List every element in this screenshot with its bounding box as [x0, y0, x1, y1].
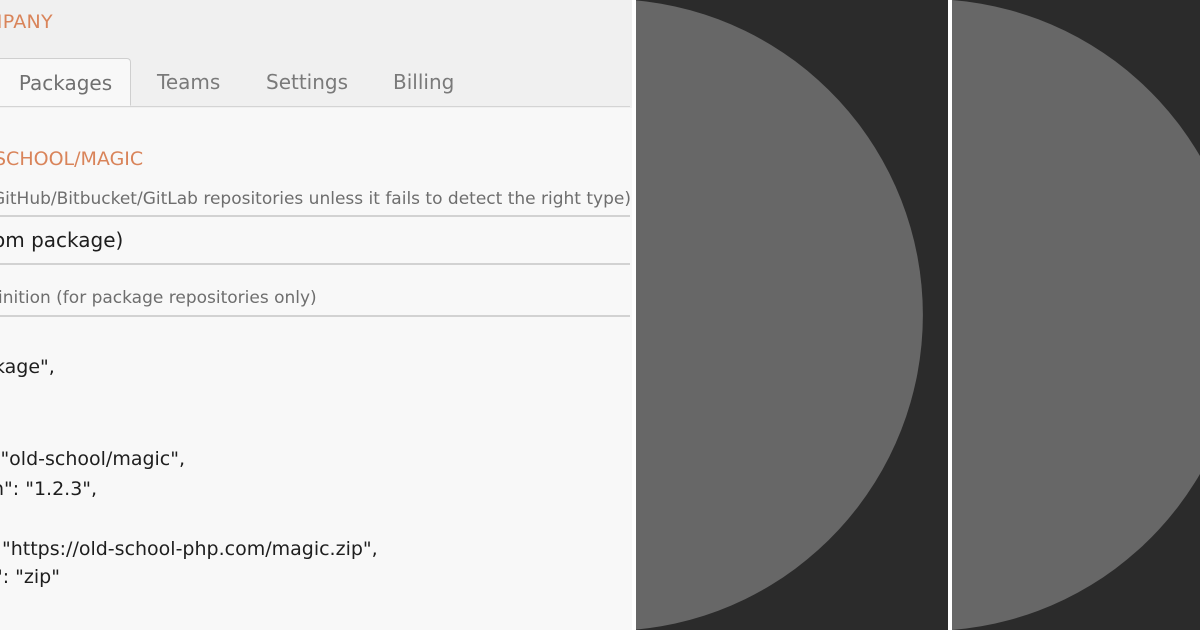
code-line: n": "1.2.3",	[0, 478, 98, 500]
field-divider	[0, 215, 630, 217]
tab-settings[interactable]: Settings	[266, 58, 348, 106]
panel-divider	[948, 0, 952, 630]
page: MPANY Packages Teams Settings Billing SC…	[0, 0, 1200, 630]
repository-type-select[interactable]: om package)	[0, 228, 123, 252]
company-header: MPANY Packages Teams Settings Billing	[0, 0, 632, 108]
half-circle-right	[952, 0, 1200, 630]
definition-help: finition (for package repositories only)	[0, 288, 317, 308]
field-divider	[0, 263, 630, 265]
tab-bar: Packages Teams Settings Billing	[0, 58, 632, 108]
company-title: MPANY	[0, 11, 53, 33]
decorative-panel	[632, 0, 1200, 630]
package-definition-editor[interactable]: kage", : "old-school/magic", n": "1.2.3"…	[0, 318, 630, 630]
panel-divider	[632, 0, 636, 630]
app-panel: MPANY Packages Teams Settings Billing SC…	[0, 0, 632, 630]
code-line: kage",	[0, 356, 55, 378]
half-circle-left	[632, 0, 923, 630]
code-line: ": "zip"	[0, 566, 60, 588]
decorative-half-circles	[632, 0, 1200, 630]
tab-billing[interactable]: Billing	[393, 58, 454, 106]
code-line: : "old-school/magic",	[0, 448, 186, 470]
package-name: SCHOOL/MAGIC	[0, 148, 144, 170]
tab-packages[interactable]: Packages	[0, 58, 131, 106]
field-divider	[0, 315, 630, 317]
code-line: "https://old-school-php.com/magic.zip",	[2, 538, 378, 560]
tab-teams[interactable]: Teams	[157, 58, 220, 106]
repository-type-help: GitHub/Bitbucket/GitLab repositories unl…	[0, 189, 631, 209]
